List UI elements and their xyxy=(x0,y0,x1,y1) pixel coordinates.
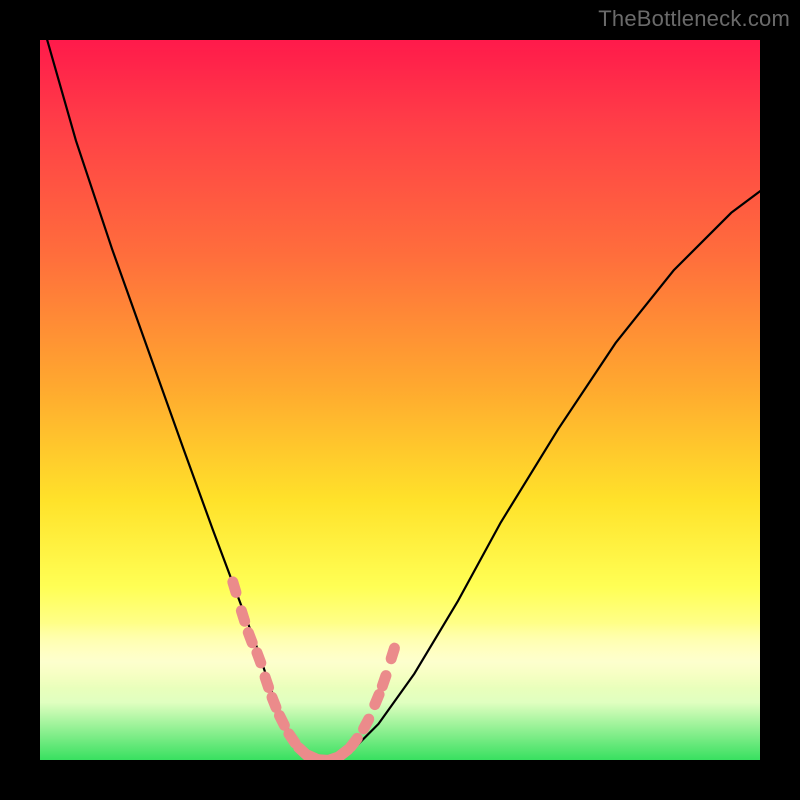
marker-capsule xyxy=(384,641,401,665)
marker-capsule xyxy=(235,604,252,628)
marker-capsule xyxy=(375,669,393,693)
watermark-text: TheBottleneck.com xyxy=(598,6,790,32)
curve-svg xyxy=(40,40,760,760)
marker-capsule xyxy=(226,575,243,599)
chart-frame: TheBottleneck.com xyxy=(0,0,800,800)
highlighted-points xyxy=(226,575,401,760)
marker-capsule xyxy=(250,646,268,670)
marker-capsule xyxy=(258,670,275,694)
plot-area xyxy=(40,40,760,760)
bottleneck-curve xyxy=(47,40,760,760)
marker-capsule xyxy=(356,712,376,737)
